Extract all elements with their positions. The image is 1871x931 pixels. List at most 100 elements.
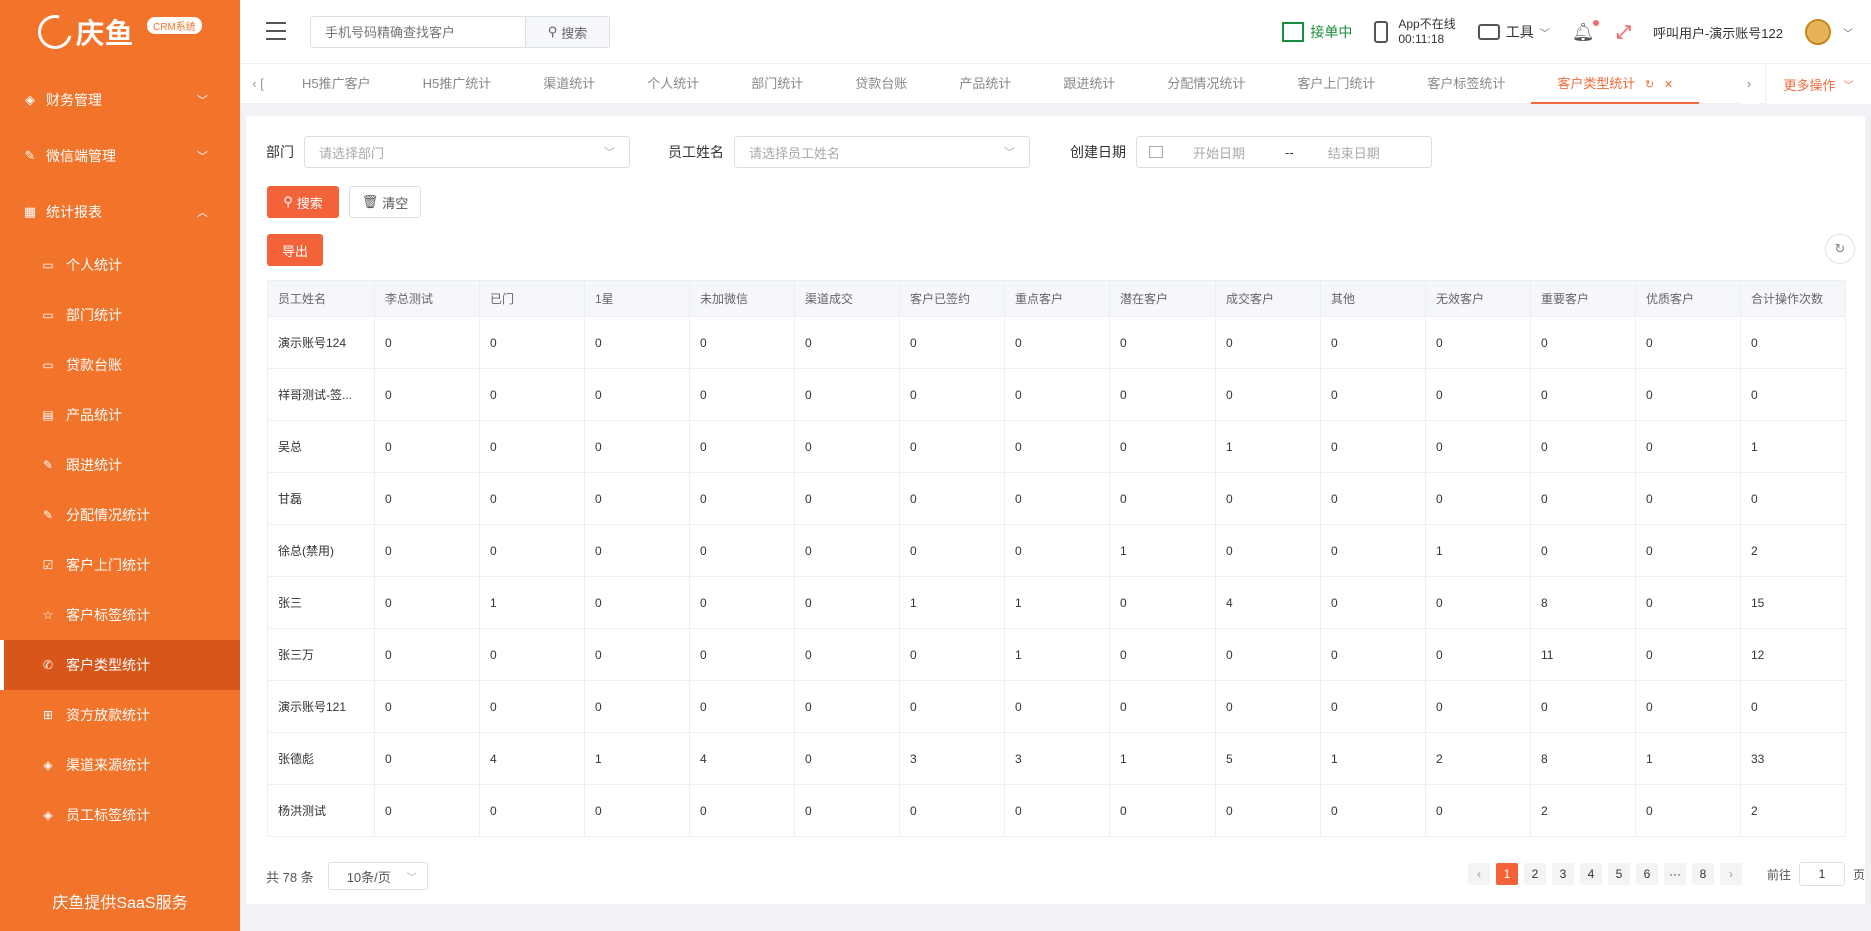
page-button[interactable]: 3 bbox=[1551, 863, 1574, 885]
avatar[interactable] bbox=[1805, 19, 1831, 45]
table-cell: 0 bbox=[1425, 784, 1531, 837]
table-cell: 0 bbox=[1635, 420, 1741, 473]
refresh-icon[interactable]: ↻ bbox=[1645, 79, 1654, 91]
sidebar-item-visit-stats[interactable]: ☑ 客户上门统计 bbox=[0, 540, 240, 590]
tab-allocation-stats[interactable]: 分配情况统计 bbox=[1141, 64, 1271, 104]
table-cell: 0 bbox=[1530, 368, 1636, 421]
header-search-button[interactable]: ⚲ 搜索 bbox=[526, 16, 610, 48]
prev-page-button[interactable]: ‹ bbox=[1467, 863, 1490, 885]
sidebar-item-dept-stats[interactable]: ▭ 部门统计 bbox=[0, 290, 240, 340]
table-cell: 33 bbox=[1740, 732, 1846, 785]
dept-select[interactable]: 请选择部门 ﹀ bbox=[304, 136, 630, 168]
staff-name-cell: 演示账号124 bbox=[267, 316, 375, 369]
tab-h5-customers[interactable]: H5推广客户 bbox=[276, 64, 397, 104]
table-cell: 0 bbox=[794, 316, 900, 369]
table-cell: 0 bbox=[584, 316, 690, 369]
customer-search-input[interactable] bbox=[310, 16, 526, 48]
page-button[interactable]: 8 bbox=[1691, 863, 1714, 885]
table-cell: 0 bbox=[1320, 368, 1426, 421]
page-button[interactable]: 4 bbox=[1579, 863, 1602, 885]
page-size-select[interactable]: 10条/页 ﹀ bbox=[327, 862, 428, 890]
page-button[interactable]: 5 bbox=[1607, 863, 1630, 885]
tab-loan-ledger[interactable]: 贷款台账 bbox=[829, 64, 933, 104]
tab-channel-stats[interactable]: 渠道统计 bbox=[517, 64, 621, 104]
sidebar-item-product-stats[interactable]: ▤ 产品统计 bbox=[0, 390, 240, 440]
tab-dept-stats[interactable]: 部门统计 bbox=[725, 64, 829, 104]
page-button[interactable]: 6 bbox=[1635, 863, 1658, 885]
export-button[interactable]: 导出 bbox=[267, 234, 323, 266]
table-cell: 0 bbox=[899, 316, 1005, 369]
column-header: 未加微信 bbox=[689, 280, 795, 317]
sidebar-item-staff-tag-stats[interactable]: ◈ 员工标签统计 bbox=[0, 790, 240, 840]
diamond-icon: ◈ bbox=[43, 808, 53, 822]
grid-icon: ▦ bbox=[23, 204, 37, 219]
close-icon[interactable]: ✕ bbox=[1664, 79, 1673, 91]
chevron-down-icon[interactable]: ﹀ bbox=[1843, 25, 1853, 40]
sidebar-item-loan-ledger[interactable]: ▭ 贷款台账 bbox=[0, 340, 240, 390]
pagination-summary: 共 78 条 10条/页 ﹀ bbox=[266, 862, 428, 890]
table-cell: 0 bbox=[1635, 368, 1741, 421]
header-search-label: 搜索 bbox=[561, 25, 588, 41]
clear-button[interactable]: 🗑︎ 清空 bbox=[349, 186, 421, 218]
menu-group-label: 微信端管理 bbox=[46, 148, 116, 164]
table-cell: 0 bbox=[479, 472, 585, 525]
sidebar-item-customer-type-stats[interactable]: ✆ 客户类型统计 bbox=[0, 640, 240, 690]
next-page-button[interactable]: › bbox=[1719, 863, 1742, 885]
more-operations-dropdown[interactable]: 更多操作 ﹀ bbox=[1765, 64, 1871, 104]
start-date-input[interactable]: 开始日期 bbox=[1193, 143, 1245, 162]
table-cell: 4 bbox=[689, 732, 795, 785]
end-date-input[interactable]: 结束日期 bbox=[1328, 143, 1380, 162]
table-cell: 0 bbox=[479, 316, 585, 369]
goto-page-input[interactable]: 1 bbox=[1798, 862, 1845, 886]
accept-orders-toggle[interactable]: 接单中 bbox=[1282, 22, 1352, 42]
tabs-next-icon[interactable]: › bbox=[1739, 64, 1759, 104]
sidebar-item-followup-stats[interactable]: ✎ 跟进统计 bbox=[0, 440, 240, 490]
tab-label: 客户类型统计 bbox=[1557, 75, 1636, 91]
menu-group-wechat[interactable]: ✎ 微信端管理 ﹀ bbox=[0, 128, 240, 184]
export-button-label: 导出 bbox=[281, 243, 308, 259]
menu-toggle-icon[interactable] bbox=[266, 22, 286, 40]
table-cell: 0 bbox=[1635, 524, 1741, 577]
table-cell: 0 bbox=[1425, 316, 1531, 369]
table-cell: 0 bbox=[794, 368, 900, 421]
page-button[interactable]: 1 bbox=[1495, 863, 1518, 885]
tab-personal-stats[interactable]: 个人统计 bbox=[621, 64, 725, 104]
sidebar-item-allocation-stats[interactable]: ✎ 分配情况统计 bbox=[0, 490, 240, 540]
tabs-prev-icon[interactable]: ‹ [ bbox=[240, 76, 276, 91]
tools-dropdown[interactable]: 工具 ﹀ bbox=[1477, 22, 1550, 42]
tab-product-stats[interactable]: 产品统计 bbox=[933, 64, 1037, 104]
menu-group-reports[interactable]: ▦ 统计报表 ︿ bbox=[0, 184, 240, 240]
menu-group-finance[interactable]: ◈ 财务管理 ﹀ bbox=[0, 72, 240, 128]
tab-visit-stats[interactable]: 客户上门统计 bbox=[1271, 64, 1401, 104]
page-button[interactable]: 2 bbox=[1523, 863, 1546, 885]
page-button[interactable]: ··· bbox=[1663, 863, 1686, 885]
fullscreen-icon[interactable]: ⤢ bbox=[1617, 22, 1631, 43]
table-cell: 1 bbox=[1425, 524, 1531, 577]
sidebar-item-tag-stats[interactable]: ☆ 客户标签统计 bbox=[0, 590, 240, 640]
table-cell: 0 bbox=[479, 680, 585, 733]
accept-label: 接单中 bbox=[1310, 24, 1353, 40]
sidebar-item-personal-stats[interactable]: ▭ 个人统计 bbox=[0, 240, 240, 290]
table-cell: 0 bbox=[1530, 420, 1636, 473]
tab-customer-type-stats[interactable]: 客户类型统计 ↻ ✕ bbox=[1531, 64, 1700, 104]
table-header-row: 员工姓名 李总测试 已门 1星 未加微信 渠道成交 客户已签约 重点客户 潜在客户 成交客户 其他无… bbox=[267, 280, 1846, 317]
filter-bar: 部门 请选择部门 ﹀ 员工姓名 请选择员工姓名 ﹀ 创建日期 开始日期 -- 结… bbox=[266, 136, 1432, 168]
tab-h5-stats[interactable]: H5推广统计 bbox=[397, 64, 518, 104]
sidebar-item-funder-stats[interactable]: ⊞ 资方放款统计 bbox=[0, 690, 240, 740]
table-cell: 0 bbox=[1109, 576, 1216, 629]
menu-group-partial[interactable] bbox=[0, 40, 240, 72]
tab-followup-stats[interactable]: 跟进统计 bbox=[1037, 64, 1141, 104]
sidebar-item-channel-source-stats[interactable]: ◈ 渠道来源统计 bbox=[0, 740, 240, 790]
table-cell: 2 bbox=[1530, 784, 1636, 837]
notification-bell[interactable]: 🔔︎ bbox=[1571, 19, 1599, 43]
refresh-icon[interactable]: ↻ bbox=[1825, 234, 1855, 264]
date-label: 创建日期 bbox=[1070, 144, 1126, 160]
date-range-picker[interactable]: 开始日期 -- 结束日期 bbox=[1136, 136, 1432, 168]
search-button[interactable]: ⚲ 搜索 bbox=[267, 186, 339, 218]
tab-tag-stats[interactable]: 客户标签统计 bbox=[1401, 64, 1531, 104]
table-cell: 0 bbox=[1215, 628, 1321, 681]
staff-select[interactable]: 请选择员工姓名 ﹀ bbox=[734, 136, 1030, 168]
table-cell: 1 bbox=[1004, 628, 1110, 681]
bell-icon: 🔔︎ bbox=[1571, 21, 1595, 42]
table-cell: 0 bbox=[584, 784, 690, 837]
